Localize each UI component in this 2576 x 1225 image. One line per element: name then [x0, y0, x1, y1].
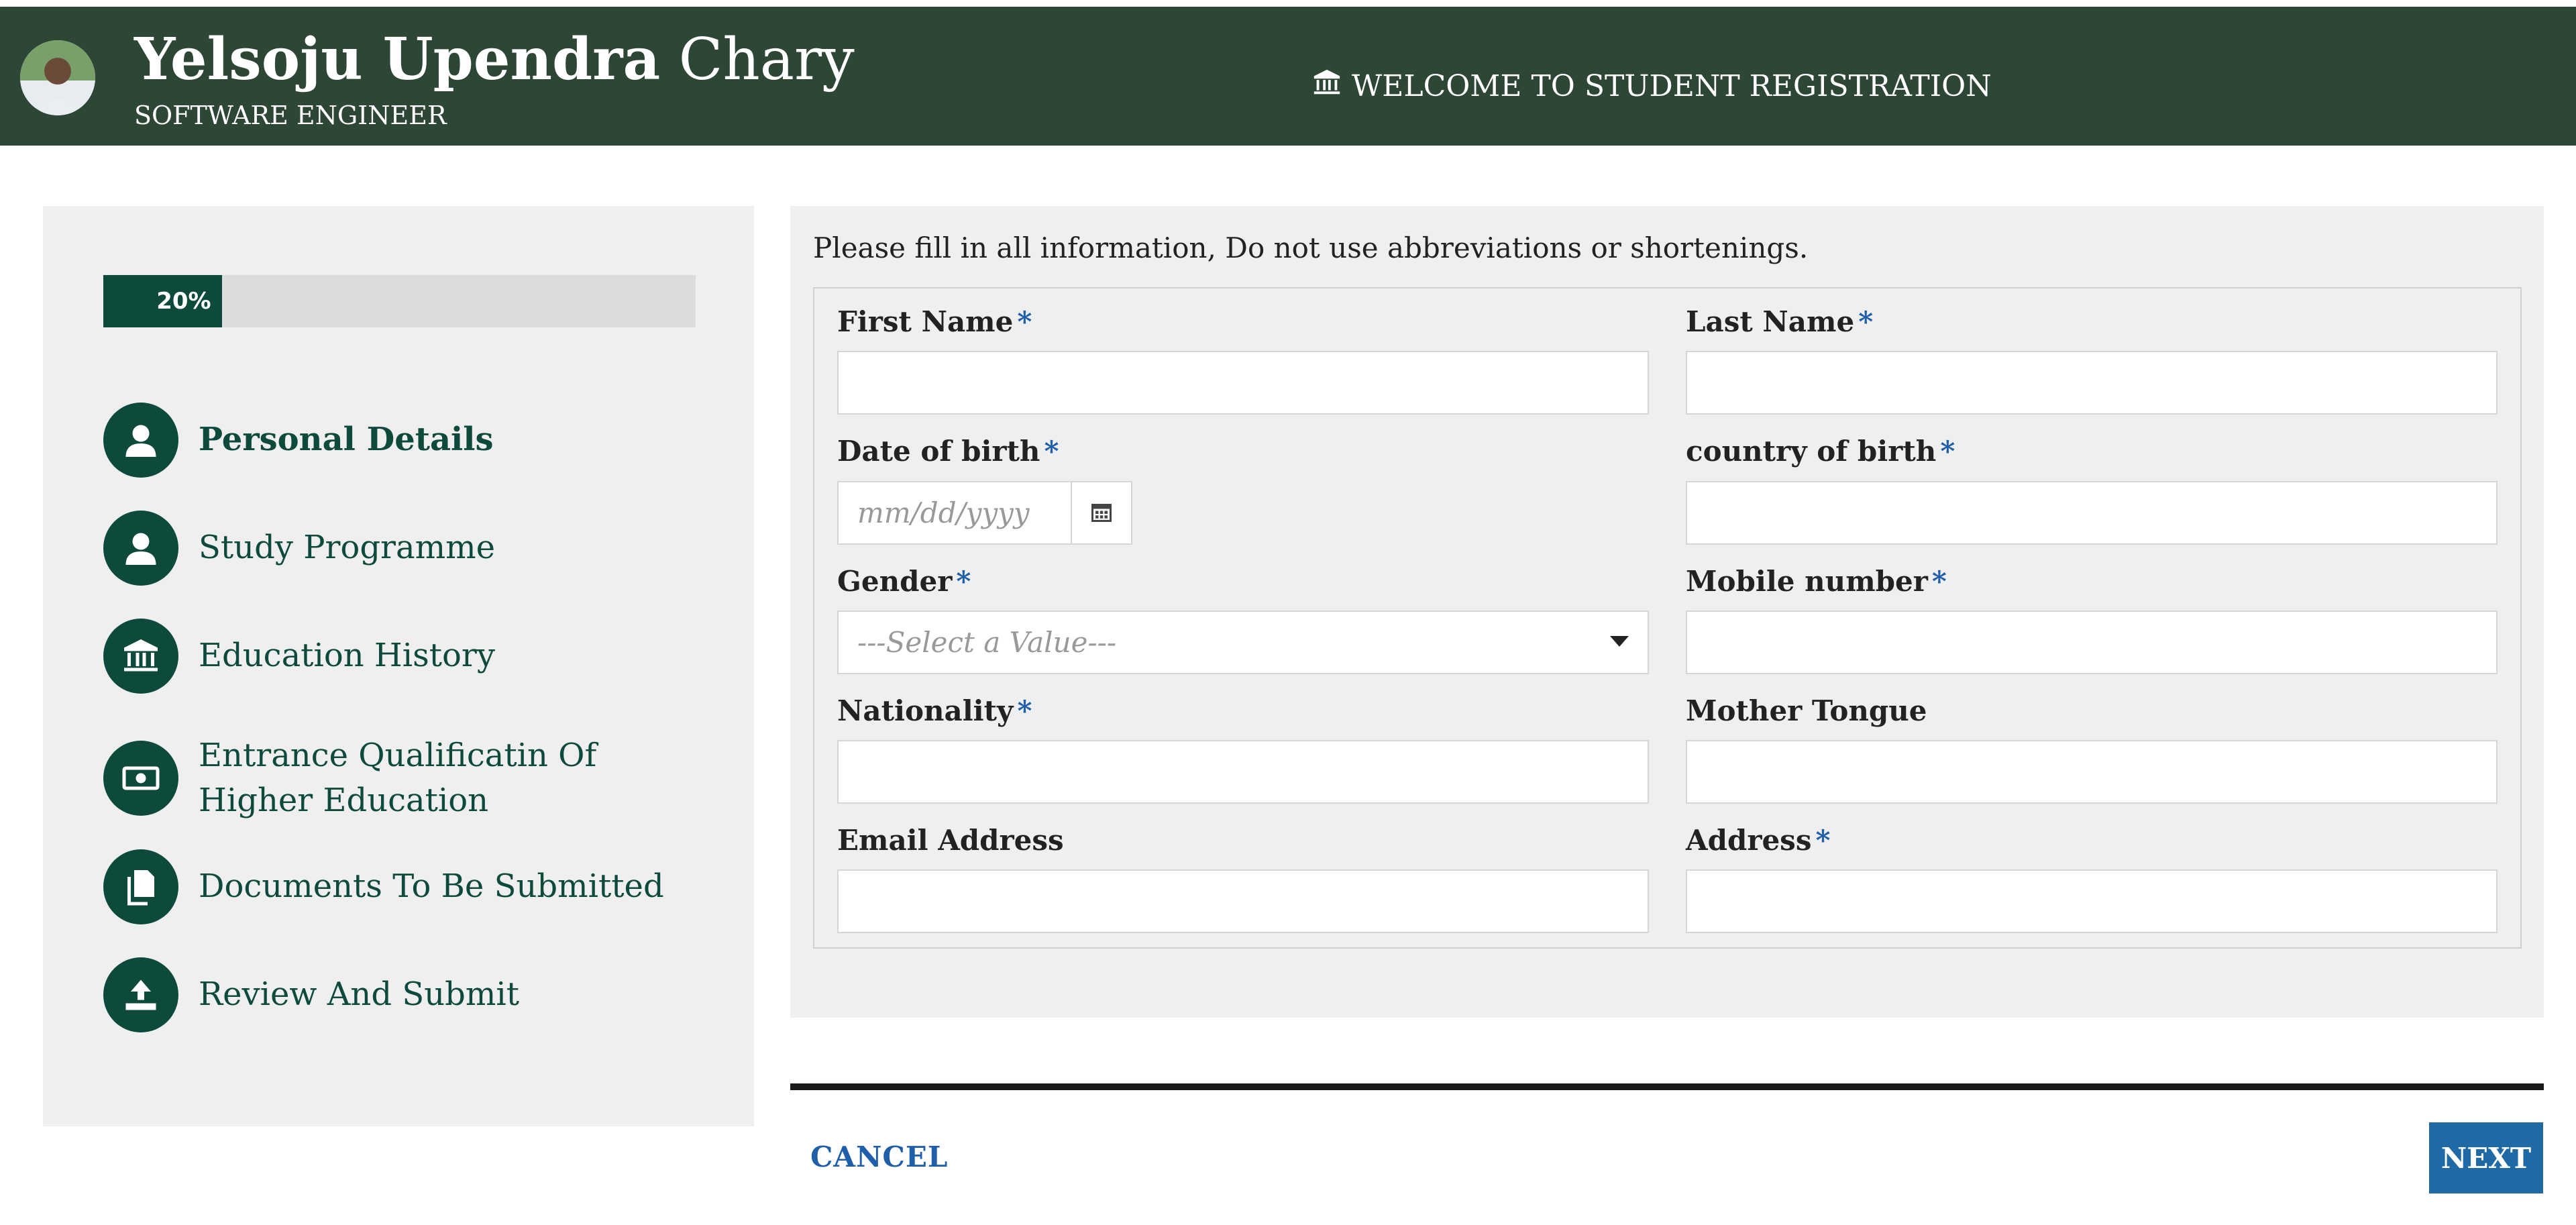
form-fieldset: First Name * Last Name * Date of birth * mm… [813, 287, 2522, 949]
step-label: Review And Submit [199, 975, 520, 1014]
last-name-label: Last Name * [1686, 305, 1874, 338]
step-education-history[interactable]: Education History [103, 619, 708, 694]
user-role: SOFTWARE ENGINEER [134, 101, 447, 130]
step-label: Documents To Be Submitted [199, 867, 664, 906]
steps-sidebar: 20% Personal Details Study Programme Edu… [43, 206, 754, 1126]
gender-selected-value: ---Select a Value--- [857, 626, 1117, 659]
email-input[interactable] [837, 869, 1649, 933]
money-icon [103, 741, 178, 816]
gender-select[interactable]: ---Select a Value--- [837, 610, 1649, 674]
institution-icon [103, 619, 178, 694]
dob-input[interactable]: mm/dd/yyyy [837, 481, 1072, 545]
welcome-banner: WELCOME TO STUDENT REGISTRATION [1311, 67, 1992, 105]
email-label: Email Address [837, 824, 1064, 857]
caret-down-icon [1610, 636, 1629, 647]
step-review-submit[interactable]: Review And Submit [103, 957, 708, 1032]
form-instructions: Please fill in all information, Do not u… [813, 231, 1809, 264]
step-study-programme[interactable]: Study Programme [103, 511, 708, 586]
address-input[interactable] [1686, 869, 2498, 933]
nationality-label: Nationality * [837, 694, 1032, 727]
user-name: Yelsoju Upendra Chary [134, 25, 855, 93]
step-label: Education History [199, 637, 495, 675]
avatar [20, 40, 95, 115]
step-label: Study Programme [199, 529, 496, 567]
upload-icon [103, 957, 178, 1032]
top-header: Yelsoju Upendra Chary SOFTWARE ENGINEER … [0, 7, 2576, 146]
progress-fill: 20% [103, 275, 222, 327]
step-documents[interactable]: Documents To Be Submitted [103, 849, 708, 924]
step-personal-details[interactable]: Personal Details [103, 403, 708, 478]
step-label: Entrance Qualificatin Of Higher Educatio… [199, 737, 597, 820]
first-name-label: First Name * [837, 305, 1032, 338]
dob-placeholder: mm/dd/yyyy [857, 496, 1030, 529]
cancel-button[interactable]: CANCEL [810, 1140, 948, 1173]
first-name-input[interactable] [837, 351, 1649, 415]
progress-label: 20% [156, 288, 211, 315]
calendar-button[interactable] [1071, 481, 1132, 545]
institution-icon [1311, 67, 1342, 105]
documents-icon [103, 849, 178, 924]
welcome-text: WELCOME TO STUDENT REGISTRATION [1352, 69, 1992, 103]
mobile-input[interactable] [1686, 610, 2498, 674]
user-first-name: Yelsoju Upendra [134, 25, 661, 93]
user-icon [103, 511, 178, 586]
step-entrance-qualification[interactable]: Entrance Qualificatin Of Higher Educatio… [103, 733, 708, 823]
mother-tongue-input[interactable] [1686, 740, 2498, 804]
calendar-icon [1089, 500, 1114, 527]
last-name-input[interactable] [1686, 351, 2498, 415]
step-label: Personal Details [199, 421, 494, 459]
nationality-input[interactable] [837, 740, 1649, 804]
country-of-birth-label: country of birth * [1686, 435, 1955, 468]
mother-tongue-label: Mother Tongue [1686, 694, 1927, 727]
country-of-birth-input[interactable] [1686, 481, 2498, 545]
next-button[interactable]: NEXT [2429, 1122, 2543, 1193]
dob-label: Date of birth * [837, 435, 1059, 468]
progress-bar: 20% [103, 275, 696, 327]
user-icon [103, 403, 178, 478]
footer-divider [790, 1083, 2544, 1090]
mobile-label: Mobile number * [1686, 565, 1947, 598]
user-last-name: Chary [678, 26, 855, 93]
address-label: Address * [1686, 824, 1831, 857]
form-panel: Please fill in all information, Do not u… [790, 206, 2544, 1018]
gender-label: Gender * [837, 565, 971, 598]
